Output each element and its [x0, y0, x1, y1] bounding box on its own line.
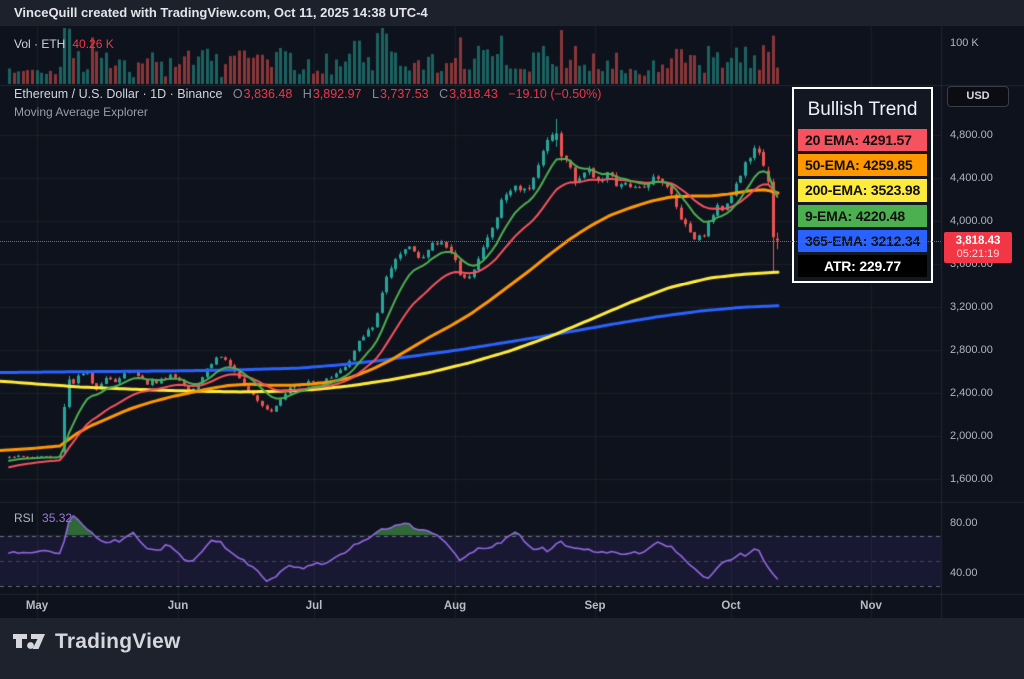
open-value: 3,836.48: [244, 87, 293, 101]
low-value: 3,737.53: [380, 87, 429, 101]
symbol-title[interactable]: Ethereum / U.S. Dollar · 1D · Binance: [14, 87, 222, 101]
open-label: O: [233, 87, 243, 101]
high-label: H: [303, 87, 312, 101]
volume-label: Vol · ETH: [14, 37, 65, 51]
price-axis-tick: 4,800.00: [950, 129, 993, 141]
time-axis-label-sep: Sep: [584, 600, 605, 612]
close-value: 3,818.43: [449, 87, 498, 101]
time-axis-label-oct: Oct: [721, 600, 740, 612]
rsi-axis-tick: 80.00: [950, 517, 978, 529]
close-label: C: [439, 87, 448, 101]
time-axis-label-jul: Jul: [306, 600, 323, 612]
current-price-value: 3,818.43: [956, 235, 1001, 248]
trend-legend-box: Bullish Trend 20 EMA: 4291.57 50-EMA: 425…: [792, 87, 933, 283]
current-price-tag: 3,818.43 05:21:19: [944, 232, 1012, 263]
indicator-title[interactable]: Moving Average Explorer: [14, 105, 148, 119]
volume-value: 40.26 K: [72, 37, 113, 51]
time-axis-label-nov: Nov: [860, 600, 882, 612]
volume-scale-label: 100 K: [950, 37, 979, 49]
current-price-line: [0, 241, 941, 242]
trend-legend-row-3: 9-EMA: 4220.48: [798, 205, 927, 227]
attribution-text: VinceQuill created with TradingView.com,…: [14, 0, 428, 26]
price-countdown: 05:21:19: [957, 248, 1000, 260]
tradingview-logo[interactable]: TradingView: [12, 629, 181, 654]
symbol-legend[interactable]: Ethereum / U.S. Dollar · 1D · Binance O3…: [14, 87, 601, 101]
time-axis-label-may: May: [26, 600, 48, 612]
rsi-label: RSI: [14, 511, 34, 525]
trend-legend-title: Bullish Trend: [798, 93, 927, 126]
price-axis-tick: 4,400.00: [950, 172, 993, 184]
rsi-axis-tick: 40.00: [950, 567, 978, 579]
price-axis-tick: 4,000.00: [950, 215, 993, 227]
trend-legend-row-2: 200-EMA: 3523.98: [798, 179, 927, 201]
tradingview-logo-icon: [12, 629, 46, 654]
low-label: L: [372, 87, 379, 101]
change-value: −19.10 (−0.50%): [508, 87, 601, 101]
price-axis-tick: 2,800.00: [950, 344, 993, 356]
price-axis-tick: 1,600.00: [950, 473, 993, 485]
price-axis-tick: 2,000.00: [950, 430, 993, 442]
high-value: 3,892.97: [313, 87, 362, 101]
volume-legend[interactable]: Vol · ETH 40.26 K: [14, 37, 114, 51]
trend-legend-row-0: 20 EMA: 4291.57: [798, 129, 927, 151]
rsi-value: 35.32: [42, 511, 72, 525]
rsi-legend[interactable]: RSI 35.32: [14, 511, 72, 525]
tradingview-logo-text: TradingView: [55, 630, 181, 654]
trend-legend-row-5: ATR: 229.77: [798, 255, 927, 277]
price-axis-tick: 3,200.00: [950, 301, 993, 313]
time-axis-label-aug: Aug: [444, 600, 466, 612]
currency-toggle-button[interactable]: USD: [947, 86, 1009, 107]
time-axis-label-jun: Jun: [168, 600, 188, 612]
tradingview-chart-window: VinceQuill created with TradingView.com,…: [0, 0, 1024, 679]
trend-legend-row-1: 50-EMA: 4259.85: [798, 154, 927, 176]
price-axis-tick: 2,400.00: [950, 387, 993, 399]
